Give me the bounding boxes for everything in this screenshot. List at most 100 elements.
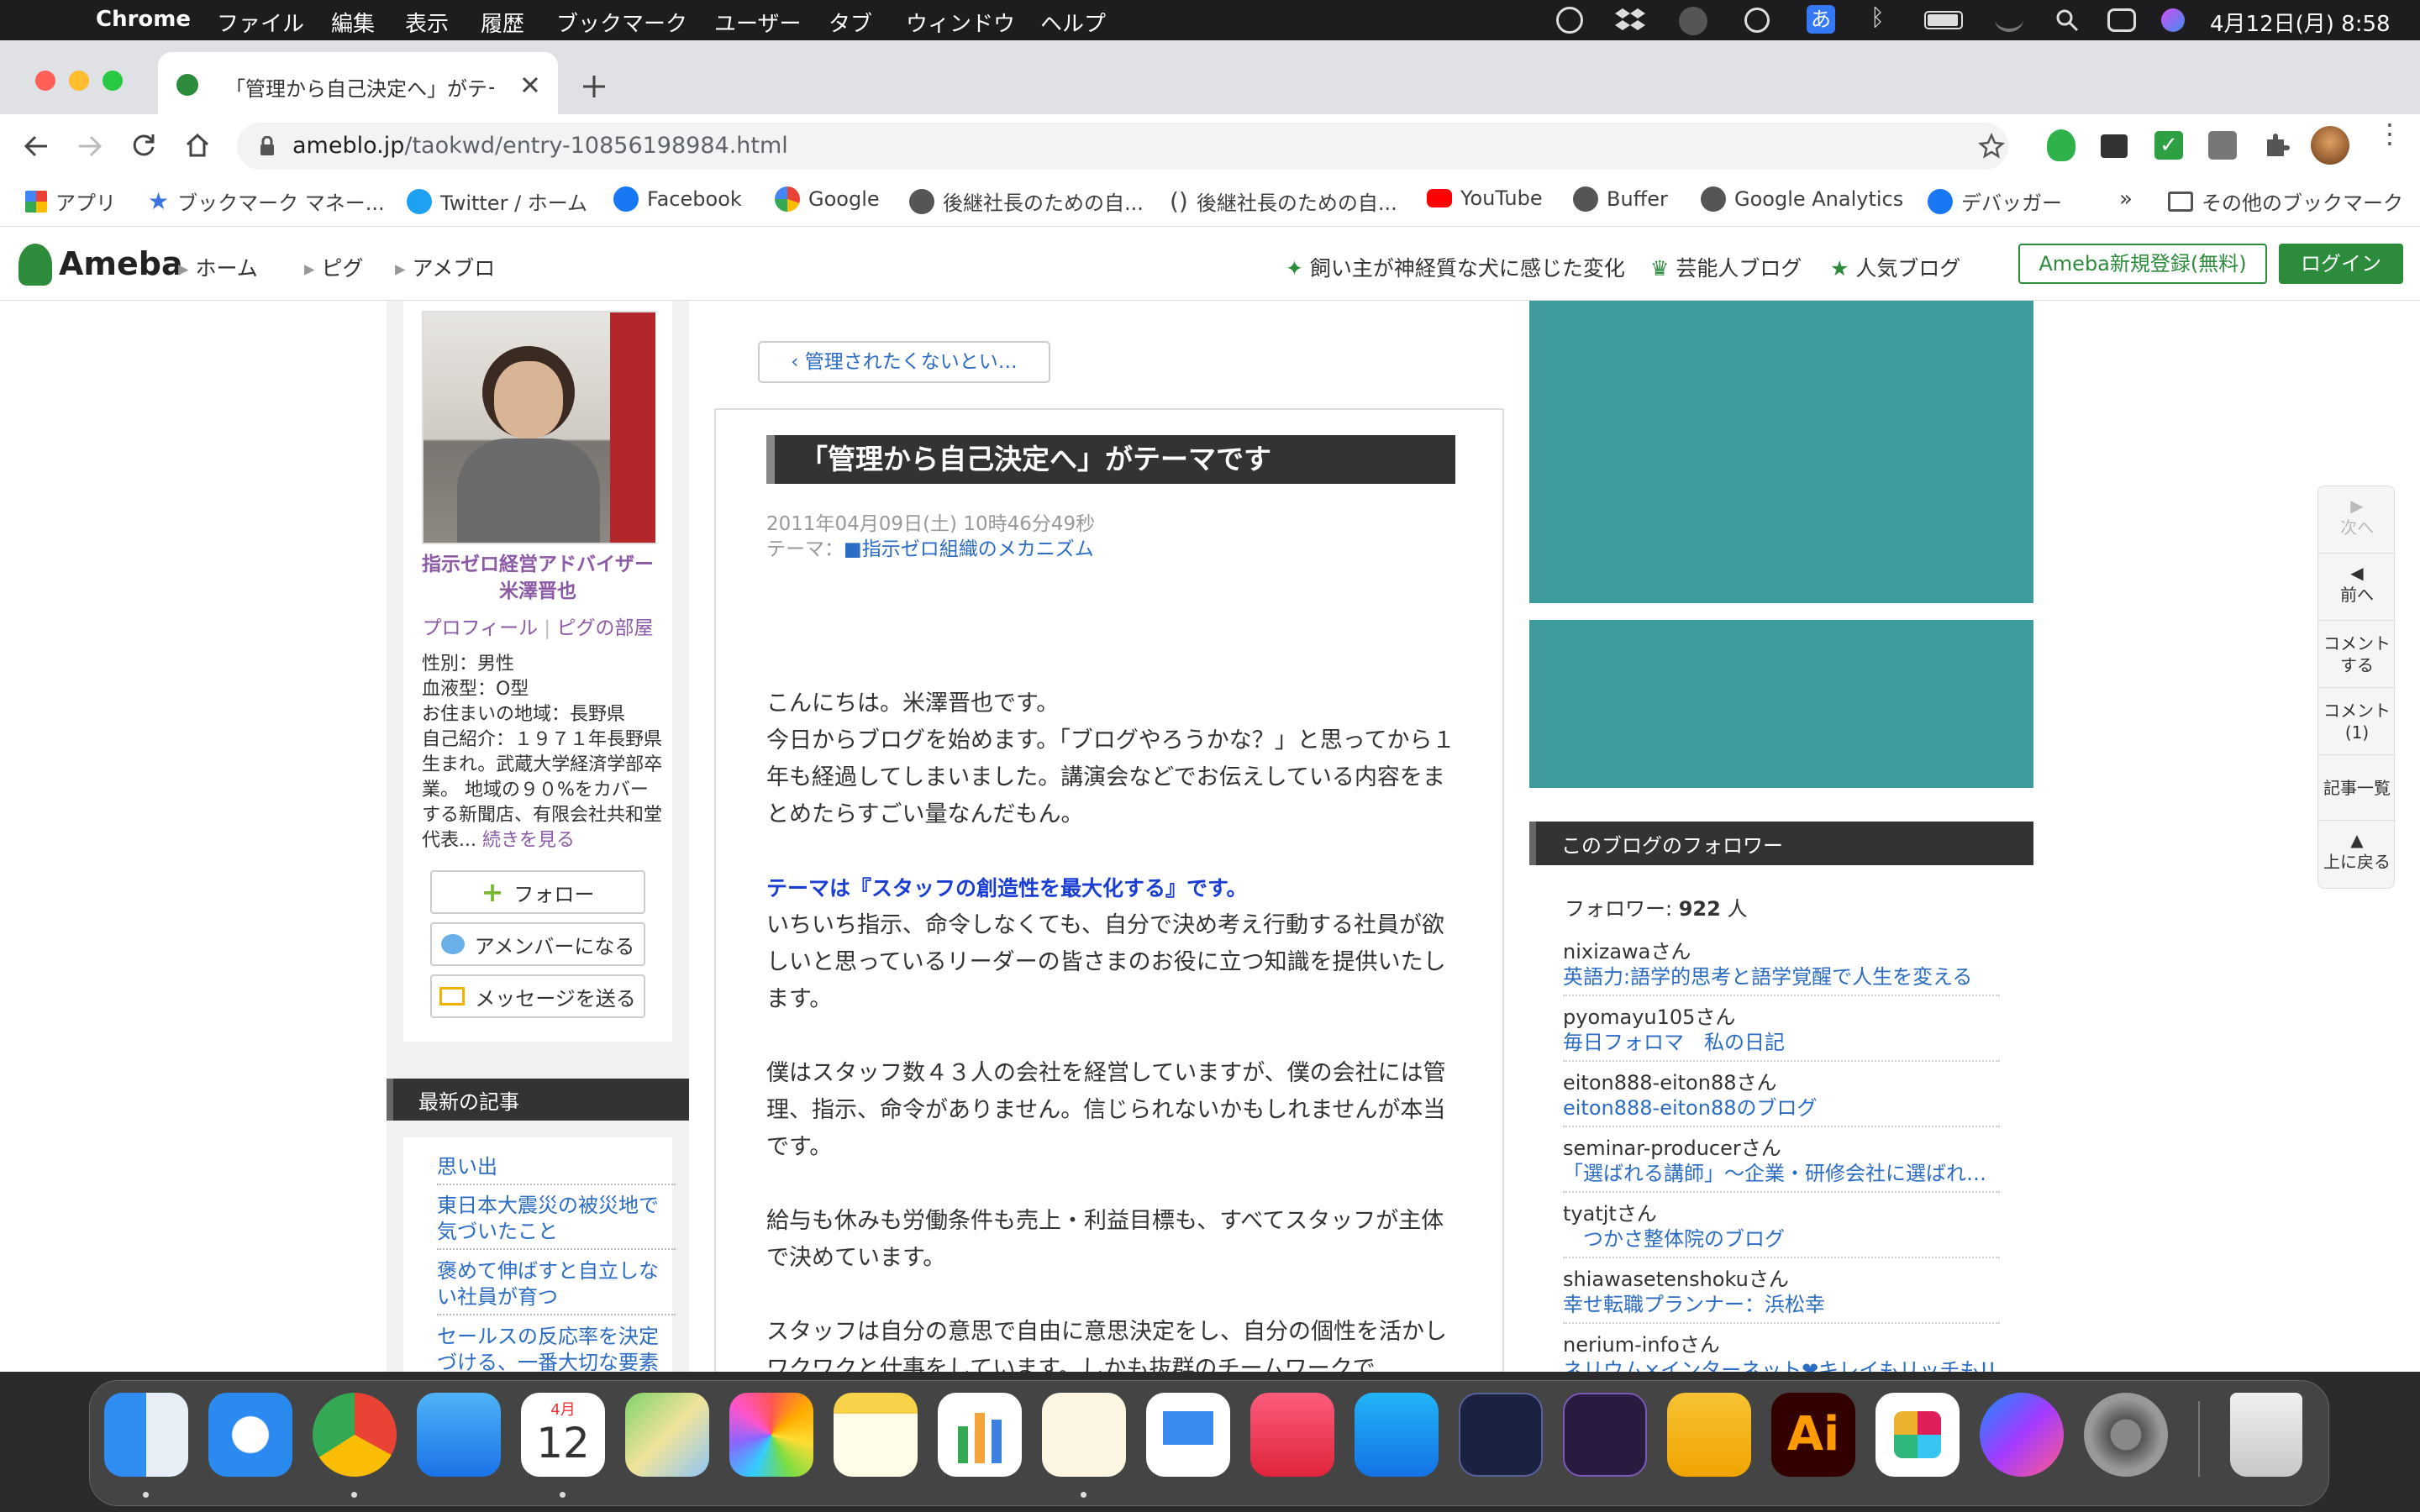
write-comment-button[interactable]: コメント する: [2318, 621, 2396, 688]
finder-icon[interactable]: [104, 1393, 188, 1477]
recent-post-link[interactable]: セールスの反応率を決定づける、一番大切な要素: [437, 1324, 676, 1372]
follower-item[interactable]: nixizawaさん 英語力:語学的思考と語学覚醒で人生を変える: [1563, 939, 2000, 996]
popular-blog-link[interactable]: ★ 人気ブログ: [1830, 252, 1960, 282]
chrome-icon[interactable]: [313, 1393, 397, 1477]
illustrator-icon[interactable]: Ai: [1771, 1393, 1855, 1477]
celebrity-blog-link[interactable]: ♛ 芸能人ブログ: [1650, 252, 1802, 282]
menubar-clock[interactable]: 4月12日(月) 8:58: [2210, 7, 2391, 38]
reload-icon[interactable]: [131, 133, 156, 158]
comments-count-button[interactable]: コメント (1): [2318, 688, 2396, 755]
premiere-elements-icon[interactable]: [1563, 1393, 1647, 1477]
media-status-icon[interactable]: [1679, 7, 1707, 35]
system-preferences-icon[interactable]: [2084, 1393, 2168, 1477]
menu-app-name[interactable]: Chrome: [96, 7, 191, 32]
next-entry-button[interactable]: ▶ 次へ: [2318, 486, 2396, 554]
menu-user[interactable]: ユーザー: [714, 7, 801, 38]
nav-home[interactable]: ▸ ホーム: [178, 252, 258, 282]
bookmark-manager[interactable]: ★ ブックマーク マネー...: [148, 186, 385, 216]
recent-post-link[interactable]: 東日本大震災の被災地で気づいたこと: [437, 1193, 676, 1250]
prev-entry-button[interactable]: ◀ 前へ: [2318, 554, 2396, 621]
recent-post-link[interactable]: 褒めて伸ばすと自立しない社員が育つ: [437, 1258, 676, 1315]
minimize-window-button[interactable]: [69, 71, 89, 91]
bookmark-buffer[interactable]: Buffer: [1573, 186, 1668, 212]
bookmark-successor-1[interactable]: 後継社長のための自...: [909, 186, 1144, 216]
wifi-icon[interactable]: [1995, 7, 2023, 32]
bookmark-twitter[interactable]: Twitter / ホーム: [407, 186, 587, 216]
evernote-extension-icon[interactable]: [2047, 129, 2075, 161]
profile-avatar[interactable]: [2311, 126, 2349, 165]
google-keep-icon[interactable]: [1667, 1393, 1751, 1477]
follower-blog-link[interactable]: 毎日フォロマ 私の日記: [1563, 1030, 2000, 1055]
entry-list-button[interactable]: 記事一覧: [2318, 755, 2396, 821]
bookmark-star-icon[interactable]: [1978, 133, 2005, 160]
extension-card-icon[interactable]: [2101, 134, 2128, 158]
read-more-link[interactable]: 続きを見る: [482, 830, 575, 851]
follower-blog-link[interactable]: ネリウム×インターネット❤キレイもリッチも!!: [1563, 1357, 2000, 1372]
menu-help[interactable]: ヘルプ: [1040, 7, 1106, 38]
follower-blog-link[interactable]: 英語力:語学的思考と語学覚醒で人生を変える: [1563, 964, 2000, 990]
input-method-icon[interactable]: あ: [1807, 5, 1835, 34]
keynote-icon[interactable]: [1146, 1393, 1230, 1477]
active-tab[interactable]: 「管理から自己決定へ」がテーマで: [158, 52, 558, 114]
battery-icon[interactable]: [1924, 11, 1963, 29]
photos-icon[interactable]: [729, 1393, 813, 1477]
follower-item[interactable]: eiton888-eiton88さん eiton888-eiton88のブログ: [1563, 1070, 2000, 1127]
safari-icon[interactable]: [208, 1393, 292, 1477]
bookmark-youtube[interactable]: YouTube: [1427, 186, 1543, 210]
bookmark-apps[interactable]: アプリ: [25, 186, 116, 216]
bookmark-other-folder[interactable]: その他のブックマーク: [2168, 186, 2403, 216]
address-bar[interactable]: ameblo.jp/taokwd/entry-10856198984.html: [237, 123, 2008, 170]
siri-icon[interactable]: [2161, 8, 2185, 32]
close-tab-icon[interactable]: [521, 76, 539, 94]
back-to-top-button[interactable]: ▲ 上に戻る: [2318, 821, 2396, 888]
menu-edit[interactable]: 編集: [331, 7, 375, 38]
menu-bookmarks[interactable]: ブックマーク: [556, 7, 687, 38]
extension-square-icon[interactable]: [2208, 131, 2237, 160]
home-icon[interactable]: [185, 133, 210, 158]
profile-link[interactable]: プロフィール: [423, 617, 539, 639]
messenger-icon[interactable]: [1980, 1393, 2064, 1477]
new-tab-icon[interactable]: [581, 74, 607, 99]
previous-entry-button[interactable]: ‹ 管理されたくないとい…: [758, 341, 1050, 383]
menu-file[interactable]: ファイル: [217, 7, 304, 38]
url-text[interactable]: ameblo.jp/taokwd/entry-10856198984.html: [292, 133, 788, 159]
bookmark-analytics[interactable]: Google Analytics: [1701, 186, 1903, 212]
bookmark-google[interactable]: Google: [775, 186, 880, 212]
profile-name[interactable]: 指示ゼロ経営アドバイザー 米澤晋也: [413, 551, 673, 605]
amember-button[interactable]: アメンバーになる: [430, 922, 645, 966]
follower-item[interactable]: pyomayu105さん 毎日フォロマ 私の日記: [1563, 1005, 2000, 1062]
menu-history[interactable]: 履歴: [481, 7, 524, 38]
checkmark-extension-icon[interactable]: ✓: [2154, 131, 2183, 160]
follower-item[interactable]: shiawasetenshokuさん 幸せ転職プランナー：浜松幸: [1563, 1267, 2000, 1324]
ad-banner-top[interactable]: [1529, 301, 2033, 603]
mail-icon[interactable]: [417, 1393, 501, 1477]
menu-window[interactable]: ウィンドウ: [906, 7, 1015, 38]
bookmark-facebook[interactable]: Facebook: [613, 186, 742, 212]
app-store-icon[interactable]: [1355, 1393, 1439, 1477]
recent-post-link[interactable]: 思い出: [437, 1154, 676, 1185]
pages-icon[interactable]: [1042, 1393, 1126, 1477]
ameba-logo[interactable]: Ameba: [59, 245, 183, 282]
menu-kebab-icon[interactable]: ⋮: [2376, 120, 2403, 147]
check-status-icon[interactable]: [1556, 7, 1583, 34]
menu-view[interactable]: 表示: [405, 7, 449, 38]
register-button[interactable]: Ameba新規登録(無料): [2018, 244, 2267, 284]
follower-item[interactable]: seminar-producerさん 「選ばれる講師」～企業・研修会社に選ばれ…: [1563, 1136, 2000, 1193]
control-center-icon[interactable]: [2107, 8, 2136, 32]
follower-item[interactable]: nerium-infoさん ネリウム×インターネット❤キレイもリッチも!!: [1563, 1332, 2000, 1372]
ad-banner-bottom[interactable]: [1529, 620, 2033, 788]
slack-icon[interactable]: [1876, 1393, 1960, 1477]
back-arrow-icon[interactable]: [24, 134, 49, 158]
bookmark-successor-2[interactable]: () 後継社長のための自...: [1170, 186, 1397, 216]
message-button[interactable]: メッセージを送る: [430, 974, 645, 1018]
login-button[interactable]: ログイン: [2279, 244, 2403, 284]
follower-item[interactable]: tyatjtさん つかさ整体院のブログ: [1563, 1201, 2000, 1258]
follower-blog-link[interactable]: つかさ整体院のブログ: [1563, 1226, 2000, 1252]
bluetooth-icon[interactable]: ᛒ: [1870, 3, 1885, 31]
forward-arrow-icon[interactable]: [77, 134, 103, 158]
follow-button[interactable]: + フォロー: [430, 870, 645, 914]
nav-pigg[interactable]: ▸ ピグ: [304, 252, 364, 282]
calendar-icon[interactable]: 4月 12: [521, 1393, 605, 1477]
ameba-logo-icon[interactable]: [18, 244, 52, 286]
bookmarks-overflow-chevron[interactable]: »: [2119, 186, 2133, 212]
